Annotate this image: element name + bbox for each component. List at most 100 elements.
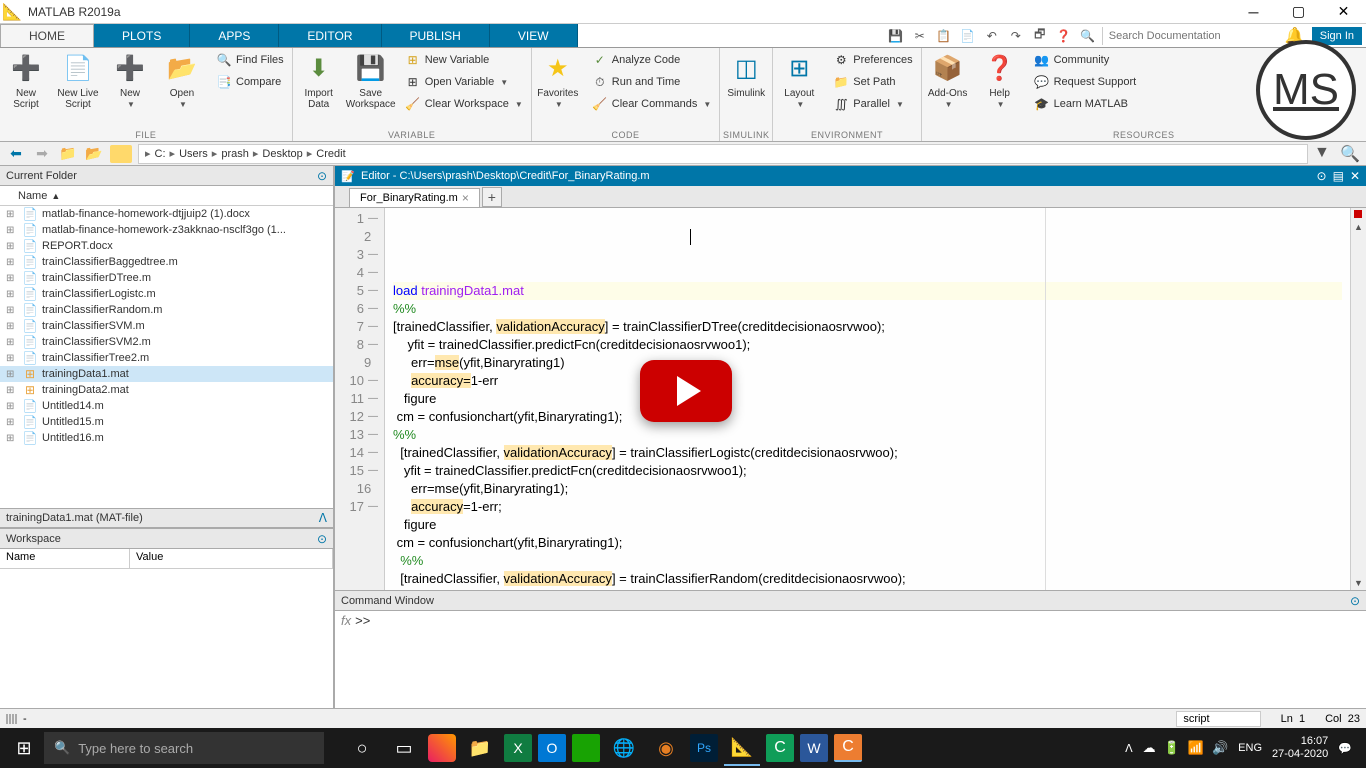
preview-expand-icon[interactable]: ᐱ xyxy=(319,511,327,525)
matlab-taskbar-icon[interactable]: 📐 xyxy=(724,730,760,766)
editor-scrollbar[interactable]: ▲ ▼ xyxy=(1350,208,1366,590)
addons-button[interactable]: 📦Add-Ons▼ xyxy=(922,48,974,114)
open-variable-button[interactable]: ⊞Open Variable ▼ xyxy=(401,72,527,92)
current-folder-menu-icon[interactable]: ⊙ xyxy=(317,169,327,183)
editor-close-icon[interactable]: ✕ xyxy=(1350,169,1360,183)
workspace-menu-icon[interactable]: ⊙ xyxy=(317,532,327,546)
compare-button[interactable]: 📑Compare xyxy=(212,72,288,92)
video-play-button[interactable] xyxy=(640,360,732,422)
file-row[interactable]: ⊞📄Untitled15.m xyxy=(0,414,333,430)
file-row[interactable]: ⊞📄trainClassifierLogistc.m xyxy=(0,286,333,302)
onedrive-icon[interactable]: ☁ xyxy=(1143,740,1156,756)
excel-icon[interactable]: X xyxy=(504,734,532,762)
task-view-icon[interactable]: ▭ xyxy=(386,730,422,766)
preferences-button[interactable]: ⚙Preferences xyxy=(829,50,916,70)
path-dropdown-button[interactable]: ▼ xyxy=(1314,144,1334,164)
libreoffice-icon[interactable] xyxy=(572,734,600,762)
new-script-button[interactable]: ➕New Script xyxy=(0,48,52,114)
editor-body[interactable]: 1—2 3—4—5—6—7—8—9 10—11—12—13—14—15—16 1… xyxy=(335,208,1366,590)
minimize-button[interactable]: ─ xyxy=(1231,0,1276,24)
back-button[interactable]: ⬅ xyxy=(6,144,26,164)
tab-plots[interactable]: PLOTS xyxy=(94,24,190,47)
favorites-button[interactable]: ★Favorites▼ xyxy=(532,48,584,114)
import-data-button[interactable]: ⬇Import Data xyxy=(293,48,345,114)
file-row[interactable]: ⊞⊞trainingData2.mat xyxy=(0,382,333,398)
help-icon[interactable]: ❓ xyxy=(1054,26,1074,46)
file-explorer-icon[interactable]: 📁 xyxy=(462,730,498,766)
editor-tab[interactable]: For_BinaryRating.m × xyxy=(349,188,480,207)
action-center-icon[interactable]: 💬 xyxy=(1338,742,1352,755)
file-list-header[interactable]: Name ▲ xyxy=(0,186,333,206)
clear-workspace-button[interactable]: 🧹Clear Workspace ▼ xyxy=(401,94,527,114)
file-row[interactable]: ⊞📄Untitled14.m xyxy=(0,398,333,414)
browse-folder-button[interactable]: 📂 xyxy=(84,144,104,164)
word-icon[interactable]: W xyxy=(800,734,828,762)
search-documentation-input[interactable] xyxy=(1102,27,1282,45)
tab-home[interactable]: HOME xyxy=(0,24,94,47)
taskbar-app-1[interactable] xyxy=(428,734,456,762)
chrome-icon[interactable]: 🌐 xyxy=(606,730,642,766)
app-green-icon[interactable]: C xyxy=(766,734,794,762)
command-window-menu-icon[interactable]: ⊙ xyxy=(1350,594,1360,608)
start-button[interactable]: ⊞ xyxy=(4,728,44,768)
file-list[interactable]: ⊞📄matlab-finance-homework-dtjjuip2 (1).d… xyxy=(0,206,333,508)
close-button[interactable]: ✕ xyxy=(1321,0,1366,24)
language-indicator[interactable]: ENG xyxy=(1238,742,1262,754)
community-button[interactable]: 👥Community xyxy=(1030,50,1141,70)
search-icon[interactable]: 🔍 xyxy=(1078,26,1098,46)
new-live-script-button[interactable]: 📄New Live Script xyxy=(52,48,104,114)
workspace-body[interactable] xyxy=(0,569,333,708)
set-path-button[interactable]: 📁Set Path xyxy=(829,72,916,92)
outlook-icon[interactable]: O xyxy=(538,734,566,762)
file-row[interactable]: ⊞📄trainClassifierDTree.m xyxy=(0,270,333,286)
copy-icon[interactable]: 📋 xyxy=(934,26,954,46)
parallel-button[interactable]: ∭Parallel ▼ xyxy=(829,94,916,114)
search-path-icon[interactable]: 🔍 xyxy=(1340,144,1360,164)
switch-windows-icon[interactable]: 🗗 xyxy=(1030,26,1050,46)
forward-button[interactable]: ➡ xyxy=(32,144,52,164)
volume-icon[interactable]: 🔊 xyxy=(1212,740,1228,756)
simulink-button[interactable]: ◫Simulink xyxy=(720,48,772,103)
file-row[interactable]: ⊞📄trainClassifierRandom.m xyxy=(0,302,333,318)
file-row[interactable]: ⊞📄REPORT.docx xyxy=(0,238,333,254)
analyze-code-button[interactable]: ✓Analyze Code xyxy=(588,50,716,70)
new-editor-tab-button[interactable]: + xyxy=(482,187,502,207)
save-workspace-button[interactable]: 💾Save Workspace xyxy=(345,48,397,114)
undo-icon[interactable]: ↶ xyxy=(982,26,1002,46)
layout-button[interactable]: ⊞Layout▼ xyxy=(773,48,825,114)
close-tab-icon[interactable]: × xyxy=(462,191,469,205)
file-row[interactable]: ⊞📄trainClassifierTree2.m xyxy=(0,350,333,366)
tab-view[interactable]: VIEW xyxy=(490,24,578,47)
file-row[interactable]: ⊞📄Untitled16.m xyxy=(0,430,333,446)
tab-publish[interactable]: PUBLISH xyxy=(382,24,490,47)
command-window-body[interactable]: fx >> xyxy=(335,611,1366,708)
run-and-time-button[interactable]: ⏱Run and Time xyxy=(588,72,716,92)
new-variable-button[interactable]: ⊞New Variable xyxy=(401,50,527,70)
paste-icon[interactable]: 📄 xyxy=(958,26,978,46)
breadcrumb[interactable]: ▸C: ▸Users ▸prash ▸Desktop ▸Credit xyxy=(138,144,1308,164)
open-button[interactable]: 📂Open▼ xyxy=(156,48,208,114)
learn-matlab-button[interactable]: 🎓Learn MATLAB xyxy=(1030,94,1141,114)
workspace-columns[interactable]: Name Value xyxy=(0,549,333,569)
taskbar-search[interactable]: 🔍 Type here to search xyxy=(44,732,324,764)
file-row[interactable]: ⊞⊞trainingData1.mat xyxy=(0,366,333,382)
clear-commands-button[interactable]: 🧹Clear Commands ▼ xyxy=(588,94,716,114)
photoshop-icon[interactable]: Ps xyxy=(690,734,718,762)
file-row[interactable]: ⊞📄matlab-finance-homework-dtjjuip2 (1).d… xyxy=(0,206,333,222)
cortana-icon[interactable]: ○ xyxy=(344,730,380,766)
file-row[interactable]: ⊞📄trainClassifierBaggedtree.m xyxy=(0,254,333,270)
file-row[interactable]: ⊞📄trainClassifierSVM.m xyxy=(0,318,333,334)
up-folder-button[interactable]: 📁 xyxy=(58,144,78,164)
tray-expand-icon[interactable]: ᐱ xyxy=(1125,742,1133,755)
redo-icon[interactable]: ↷ xyxy=(1006,26,1026,46)
wifi-icon[interactable]: 📶 xyxy=(1188,740,1204,756)
app-icon[interactable]: ◉ xyxy=(648,730,684,766)
battery-icon[interactable]: 🔋 xyxy=(1164,740,1180,756)
taskbar-clock[interactable]: 16:07 27-04-2020 xyxy=(1272,735,1328,761)
request-support-button[interactable]: 💬Request Support xyxy=(1030,72,1141,92)
editor-undock-icon[interactable]: ▤ xyxy=(1333,169,1344,183)
help-button[interactable]: ❓Help▼ xyxy=(974,48,1026,114)
maximize-button[interactable]: ▢ xyxy=(1276,0,1321,24)
new-button[interactable]: ➕New▼ xyxy=(104,48,156,114)
file-row[interactable]: ⊞📄matlab-finance-homework-z3akknao-nsclf… xyxy=(0,222,333,238)
